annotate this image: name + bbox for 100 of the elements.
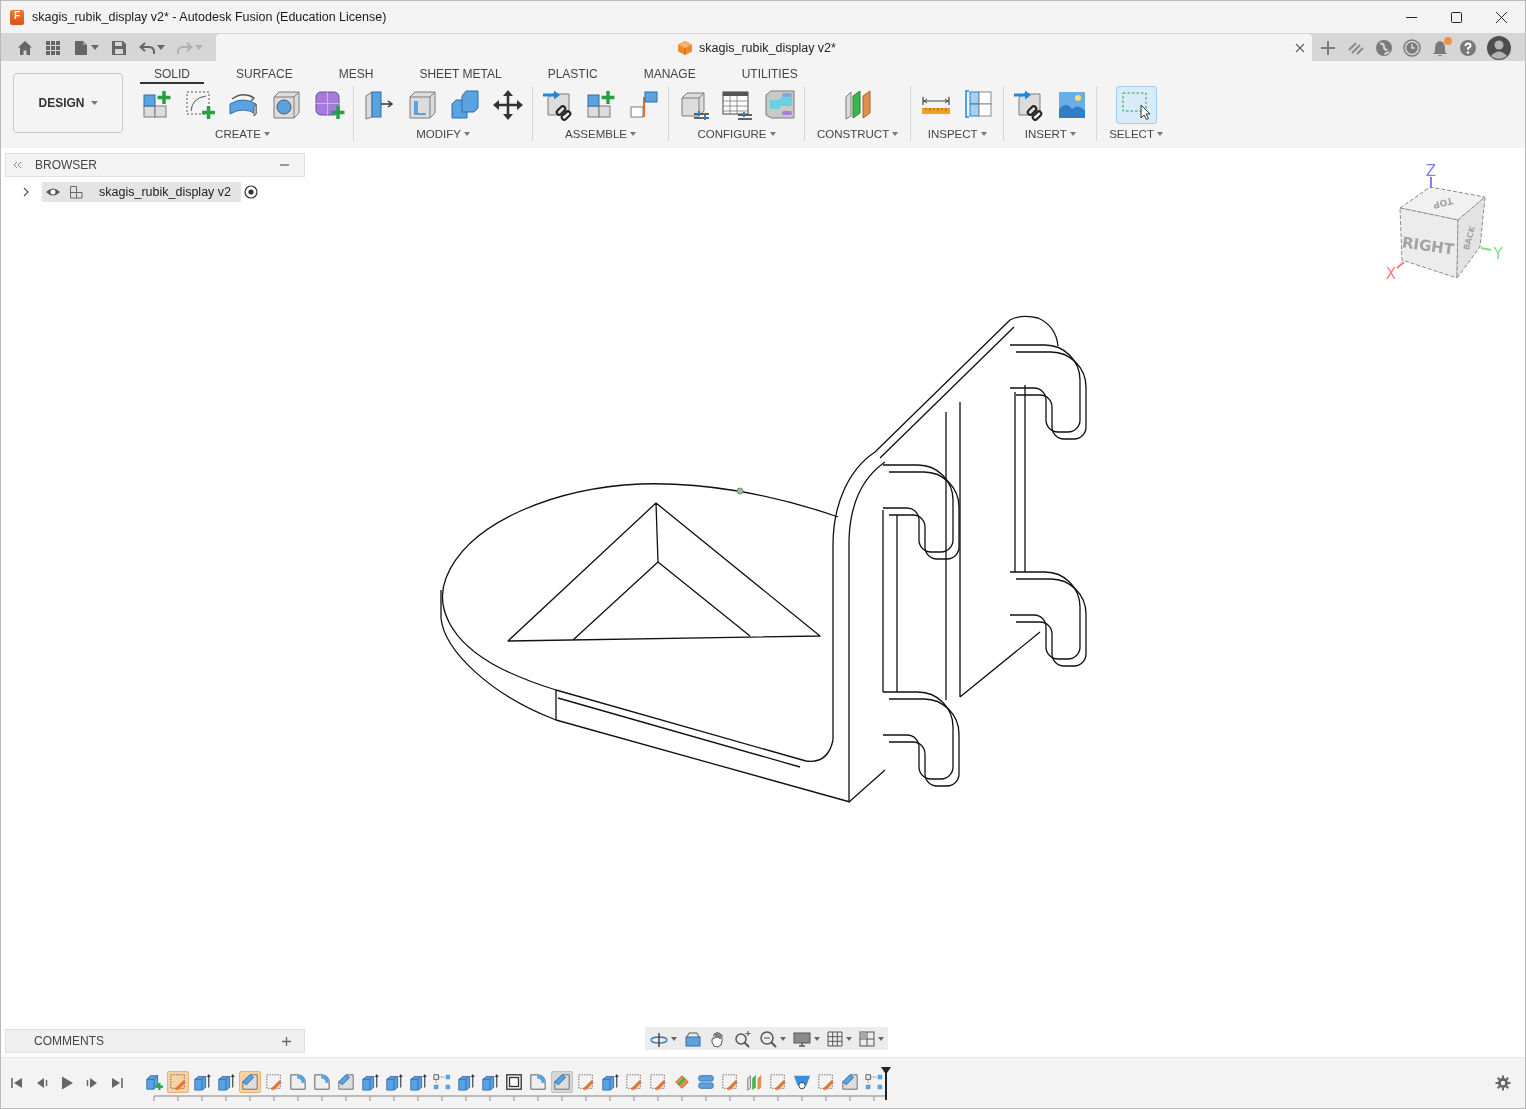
avatar-icon[interactable]: [1487, 35, 1511, 60]
maximize-icon[interactable]: [1451, 11, 1462, 23]
expand-chevron-icon[interactable]: [23, 187, 29, 197]
link-icon: [541, 89, 574, 121]
extrude-icon: [361, 1072, 379, 1091]
globe-icon[interactable]: [1375, 38, 1393, 57]
tool-group-menu[interactable]: INSERT: [1016, 127, 1084, 141]
ribbon-tab[interactable]: SURFACE: [222, 66, 307, 84]
fillet-icon: [313, 1072, 331, 1091]
radio-icon[interactable]: [244, 185, 258, 199]
select-cursor-icon: [1120, 89, 1153, 121]
caret-icon: [463, 132, 470, 136]
caret-icon: [1156, 132, 1163, 136]
ribbon-tab[interactable]: UTILITIES: [727, 66, 812, 84]
extrude-icon: [385, 1072, 403, 1091]
zoom-icon[interactable]: [734, 1029, 752, 1048]
caret-icon: [263, 132, 270, 136]
shell-icon: [505, 1072, 523, 1091]
section-icon: [962, 89, 995, 121]
eye-icon[interactable]: [45, 186, 61, 198]
sketch-pencil-icon: [265, 1072, 283, 1091]
split-icon: [697, 1072, 715, 1091]
caret-icon[interactable]: [157, 45, 165, 50]
box-icon[interactable]: [684, 1029, 702, 1048]
chamfer-icon: [241, 1072, 259, 1091]
link-icon: [1012, 89, 1045, 121]
file-icon[interactable]: [73, 39, 89, 56]
tool-group-menu[interactable]: SELECT: [1101, 127, 1171, 141]
grid-icon[interactable]: [827, 1030, 843, 1047]
puzzle-icon: [763, 89, 796, 121]
app-logo: F: [10, 9, 24, 25]
chamfer-icon: [841, 1072, 859, 1091]
collapse-icon[interactable]: [13, 161, 22, 169]
caret-icon[interactable]: [91, 45, 99, 50]
ribbon-tab[interactable]: MANAGE: [629, 66, 710, 84]
save-icon[interactable]: [111, 39, 127, 56]
step-forward-icon[interactable]: [85, 1076, 99, 1090]
sketch-pencil-icon: [169, 1072, 187, 1091]
home-icon[interactable]: [17, 39, 33, 56]
extrude-icon: [601, 1072, 619, 1091]
sketch-pencil-icon: [625, 1072, 643, 1091]
close-icon[interactable]: [1496, 11, 1507, 23]
axis-label: Z: [1425, 162, 1437, 189]
sketch-pencil-icon: [721, 1072, 739, 1091]
tool-group-menu[interactable]: CONFIGURE: [689, 127, 784, 141]
play-icon[interactable]: [60, 1076, 74, 1090]
ribbon-tab[interactable]: PLASTIC: [533, 66, 612, 84]
skip-end-icon[interactable]: [110, 1076, 124, 1090]
tool-group-menu[interactable]: CREATE: [207, 127, 278, 141]
quad-grid-icon[interactable]: [859, 1030, 875, 1047]
bell-icon[interactable]: [1431, 38, 1449, 57]
plus-icon[interactable]: [282, 1036, 291, 1046]
caret-icon[interactable]: [671, 1036, 677, 1041]
comments-panel-header: COMMENTS: [5, 1029, 305, 1053]
workspace-menu[interactable]: DESIGN: [13, 73, 123, 133]
ribbon-tab[interactable]: SHEET METAL: [405, 66, 516, 84]
caret-icon[interactable]: [878, 1036, 884, 1041]
clock-icon[interactable]: [1403, 38, 1421, 57]
joint-icon: [627, 89, 660, 121]
tool-group-menu[interactable]: INSPECT: [919, 127, 995, 141]
window-title: skagis_rubik_display v2* - Autodesk Fusion (Education License): [32, 10, 387, 24]
sketch-pencil-icon: [817, 1072, 835, 1091]
extrude-icon: [457, 1072, 475, 1091]
caret-icon: [769, 132, 776, 136]
component-plus-icon: [145, 1072, 163, 1091]
sketch-icon: [183, 89, 216, 121]
step-back-icon[interactable]: [35, 1076, 49, 1090]
apps-grid-icon[interactable]: [45, 39, 61, 56]
help-icon[interactable]: [1459, 38, 1477, 57]
tool-group-menu[interactable]: CONSTRUCT: [809, 127, 907, 141]
cube-plus-icon: [140, 89, 173, 121]
caret-icon[interactable]: [780, 1036, 786, 1041]
diamond-icon: [673, 1072, 691, 1091]
caret-icon[interactable]: [814, 1036, 820, 1041]
tool-group-menu[interactable]: MODIFY: [408, 127, 478, 141]
chamfer-icon: [337, 1072, 355, 1091]
tree-item[interactable]: skagis_rubik_display v2: [42, 182, 241, 202]
tool-group-menu[interactable]: ASSEMBLE: [557, 127, 644, 141]
caret-icon[interactable]: [846, 1036, 852, 1041]
extrude-icon: [217, 1072, 235, 1091]
settings-icon[interactable]: [1495, 1075, 1511, 1091]
zoom-out-icon[interactable]: [759, 1029, 777, 1048]
plus-icon[interactable]: [1319, 38, 1337, 57]
table-icon: [720, 89, 753, 121]
undo-icon[interactable]: [139, 40, 155, 55]
ribbon-tab[interactable]: SOLID: [140, 66, 204, 84]
fillet-icon: [529, 1072, 547, 1091]
move-arrows-icon: [491, 89, 524, 121]
pattern-icon: [865, 1072, 883, 1091]
skip-start-icon[interactable]: [10, 1076, 24, 1090]
extrude-icon: [409, 1072, 427, 1091]
component-icon: [69, 185, 83, 199]
caret-icon: [892, 132, 899, 136]
caret-icon: [90, 101, 98, 105]
monitor-icon[interactable]: [793, 1029, 811, 1048]
timeline-marker[interactable]: [881, 1066, 891, 1100]
sketch-pencil-icon: [577, 1072, 595, 1091]
document-tab[interactable]: skagis_rubik_display v2*: [216, 34, 1312, 61]
browser-panel-header: BROWSER: [5, 153, 305, 177]
ribbon-tab[interactable]: MESH: [324, 66, 388, 84]
